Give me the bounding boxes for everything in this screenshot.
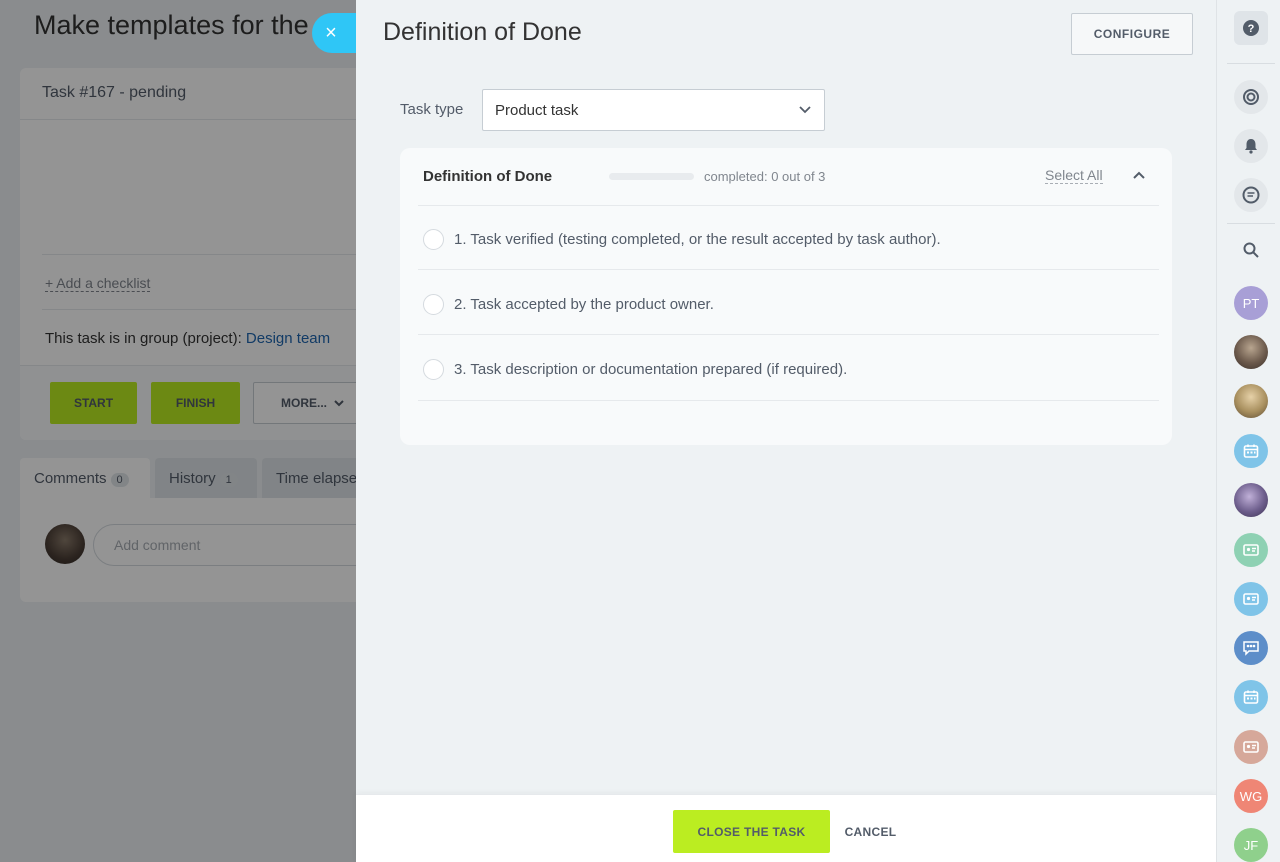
avatar-initials: WG xyxy=(1239,788,1263,804)
dod-slider-panel: Definition of Done CONFIGURE Task type P… xyxy=(356,0,1216,862)
contact-card-icon xyxy=(1243,544,1259,556)
group-chat-button[interactable] xyxy=(1234,631,1268,665)
divider xyxy=(418,205,1159,206)
calendar-chat-button[interactable] xyxy=(1234,680,1268,714)
search-button[interactable] xyxy=(1234,233,1268,267)
task-type-label: Task type xyxy=(400,101,464,118)
avatar[interactable] xyxy=(1234,384,1268,418)
divider xyxy=(418,334,1159,335)
divider xyxy=(1227,63,1275,64)
svg-text:?: ? xyxy=(1248,23,1255,35)
avatar[interactable] xyxy=(1234,335,1268,369)
contact-card-icon xyxy=(1243,593,1259,605)
calendar-chat-button[interactable] xyxy=(1234,434,1268,468)
checklist-progress-bar xyxy=(609,173,694,180)
avatar[interactable] xyxy=(1234,483,1268,517)
group-chat-icon xyxy=(1243,641,1259,656)
chevron-up-icon[interactable] xyxy=(1131,168,1147,184)
configure-button[interactable]: CONFIGURE xyxy=(1071,13,1193,55)
checklist-title: Definition of Done xyxy=(423,168,553,185)
divider xyxy=(418,269,1159,270)
slider-title: Definition of Done xyxy=(383,18,582,46)
divider xyxy=(1227,223,1275,224)
select-all-link[interactable]: Select All xyxy=(1045,168,1103,184)
calendar-icon xyxy=(1243,444,1259,458)
copilot-icon xyxy=(1243,89,1259,105)
checklist-item[interactable]: 2. Task accepted by the product owner. xyxy=(423,293,714,315)
chevron-down-icon xyxy=(799,106,811,114)
notifications-button[interactable] xyxy=(1234,129,1268,163)
avatar-initials: JF xyxy=(1243,837,1259,853)
close-task-button[interactable]: CLOSE THE TASK xyxy=(673,810,830,853)
chat-button[interactable] xyxy=(1234,178,1268,212)
checklist-item[interactable]: 3. Task description or documentation pre… xyxy=(423,358,847,380)
contact-chat-button[interactable] xyxy=(1234,730,1268,764)
cancel-button[interactable]: CANCEL xyxy=(838,810,903,853)
bell-icon xyxy=(1245,139,1257,154)
slider-footer: CLOSE THE TASK CANCEL xyxy=(356,794,1216,862)
checkbox[interactable] xyxy=(423,293,444,315)
completed-count: completed: 0 out of 3 xyxy=(704,169,826,184)
task-type-value: Product task xyxy=(495,102,579,119)
avatar[interactable]: JF xyxy=(1234,828,1268,862)
divider xyxy=(418,400,1159,401)
contact-chat-button[interactable] xyxy=(1234,582,1268,616)
copilot-button[interactable] xyxy=(1234,80,1268,114)
close-slider-button[interactable]: × xyxy=(312,13,356,53)
checklist-item-label: 1. Task verified (testing completed, or … xyxy=(454,230,941,248)
contact-chat-button[interactable] xyxy=(1234,533,1268,567)
avatar[interactable]: PT xyxy=(1234,286,1268,320)
task-type-select[interactable]: Product task xyxy=(482,89,825,131)
dod-checklist-card: Definition of Done completed: 0 out of 3… xyxy=(400,148,1172,445)
right-sidebar: ? PT WG JF xyxy=(1216,0,1280,862)
checklist-item-label: 3. Task description or documentation pre… xyxy=(454,360,848,378)
checklist-item[interactable]: 1. Task verified (testing completed, or … xyxy=(423,228,941,250)
checkbox[interactable] xyxy=(423,358,444,380)
chat-icon xyxy=(1242,186,1260,204)
checklist-item-label: 2. Task accepted by the product owner. xyxy=(454,295,714,313)
dim-overlay[interactable] xyxy=(0,0,356,862)
calendar-icon xyxy=(1243,690,1259,704)
checkbox[interactable] xyxy=(423,228,444,250)
search-icon xyxy=(1243,242,1259,258)
contact-card-icon xyxy=(1243,741,1259,753)
avatar-initials: PT xyxy=(1242,295,1260,311)
help-button[interactable]: ? xyxy=(1234,11,1268,45)
help-icon: ? xyxy=(1243,20,1259,36)
close-icon: × xyxy=(325,21,337,44)
avatar[interactable]: WG xyxy=(1234,779,1268,813)
